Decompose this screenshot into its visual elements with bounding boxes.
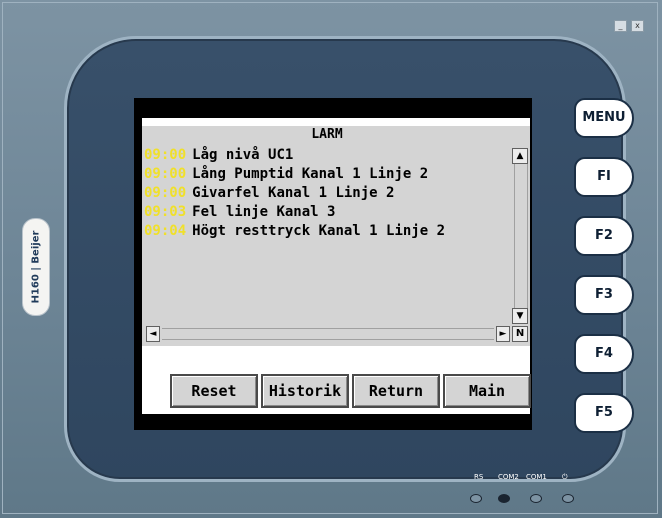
f3-key[interactable]: F3 bbox=[574, 275, 634, 315]
com1-led-icon bbox=[530, 494, 542, 503]
return-button[interactable]: Return bbox=[352, 374, 440, 408]
scroll-up-button[interactable]: ▲ bbox=[512, 148, 528, 164]
history-button[interactable]: Historik bbox=[261, 374, 349, 408]
alarm-list[interactable]: 09:00 Låg nivå UC1 09:00 Lång Pumptid Kana… bbox=[144, 146, 445, 241]
minimize-button[interactable]: _ bbox=[614, 20, 627, 32]
alarm-row[interactable]: 09:00 Lång Pumptid Kanal 1 Linje 2 bbox=[144, 165, 445, 184]
f4-key[interactable]: F4 bbox=[574, 334, 634, 374]
f5-key[interactable]: F5 bbox=[574, 393, 634, 433]
power-led-icon bbox=[562, 494, 574, 503]
alarm-text: Lång Pumptid Kanal 1 Linje 2 bbox=[192, 166, 429, 182]
scroll-right-button[interactable]: ► bbox=[496, 326, 510, 342]
brand-label: H160 | Beijer bbox=[30, 230, 42, 304]
alarm-row[interactable]: 09:03 Fel linje Kanal 3 bbox=[144, 203, 445, 222]
n-button[interactable]: N bbox=[512, 326, 528, 342]
rs-label: RS bbox=[474, 473, 484, 481]
power-label: ⏻ bbox=[562, 473, 568, 481]
vertical-scroll-track[interactable] bbox=[514, 164, 528, 308]
horizontal-scrollbar[interactable]: ◄ ► bbox=[146, 326, 510, 342]
com2-label: COM2 bbox=[498, 473, 519, 481]
f1-key[interactable]: FI bbox=[574, 157, 634, 197]
vertical-scrollbar[interactable]: ▲ ▼ bbox=[512, 146, 530, 328]
alarm-text: Låg nivå UC1 bbox=[192, 147, 294, 163]
alarm-time: 09:00 bbox=[144, 166, 187, 182]
brand-badge: H160 | Beijer bbox=[22, 218, 50, 316]
scroll-left-button[interactable]: ◄ bbox=[146, 326, 160, 342]
bottom-button-bar: Reset Historik Return Main bbox=[170, 374, 534, 408]
alarm-time: 09:04 bbox=[144, 223, 187, 239]
alarm-row[interactable]: 09:04 Högt resttryck Kanal 1 Linje 2 bbox=[144, 222, 445, 241]
main-button[interactable]: Main bbox=[443, 374, 531, 408]
alarm-text: Fel linje Kanal 3 bbox=[192, 204, 336, 220]
close-button[interactable]: x bbox=[631, 20, 644, 32]
rs-led-icon bbox=[470, 494, 482, 503]
alarm-time: 09:00 bbox=[144, 185, 187, 201]
scroll-down-button[interactable]: ▼ bbox=[512, 308, 528, 324]
alarm-text: Givarfel Kanal 1 Linje 2 bbox=[192, 185, 395, 201]
horizontal-scroll-track[interactable] bbox=[162, 328, 494, 340]
com1-label: COM1 bbox=[526, 473, 547, 481]
menu-key[interactable]: MENU bbox=[574, 98, 634, 138]
alarm-text: Högt resttryck Kanal 1 Linje 2 bbox=[192, 223, 446, 239]
alarm-time: 09:00 bbox=[144, 147, 187, 163]
window-controls: _ x bbox=[614, 20, 644, 32]
com2-led-icon bbox=[498, 494, 510, 503]
alarm-row[interactable]: 09:00 Givarfel Kanal 1 Linje 2 bbox=[144, 184, 445, 203]
alarm-row[interactable]: 09:00 Låg nivå UC1 bbox=[144, 146, 445, 165]
alarm-list-panel: LARM 09:00 Låg nivå UC1 09:00 Lång Pumptid… bbox=[142, 126, 530, 346]
alarm-title: LARM bbox=[311, 127, 343, 142]
reset-button[interactable]: Reset bbox=[170, 374, 258, 408]
alarm-time: 09:03 bbox=[144, 204, 187, 220]
f2-key[interactable]: F2 bbox=[574, 216, 634, 256]
